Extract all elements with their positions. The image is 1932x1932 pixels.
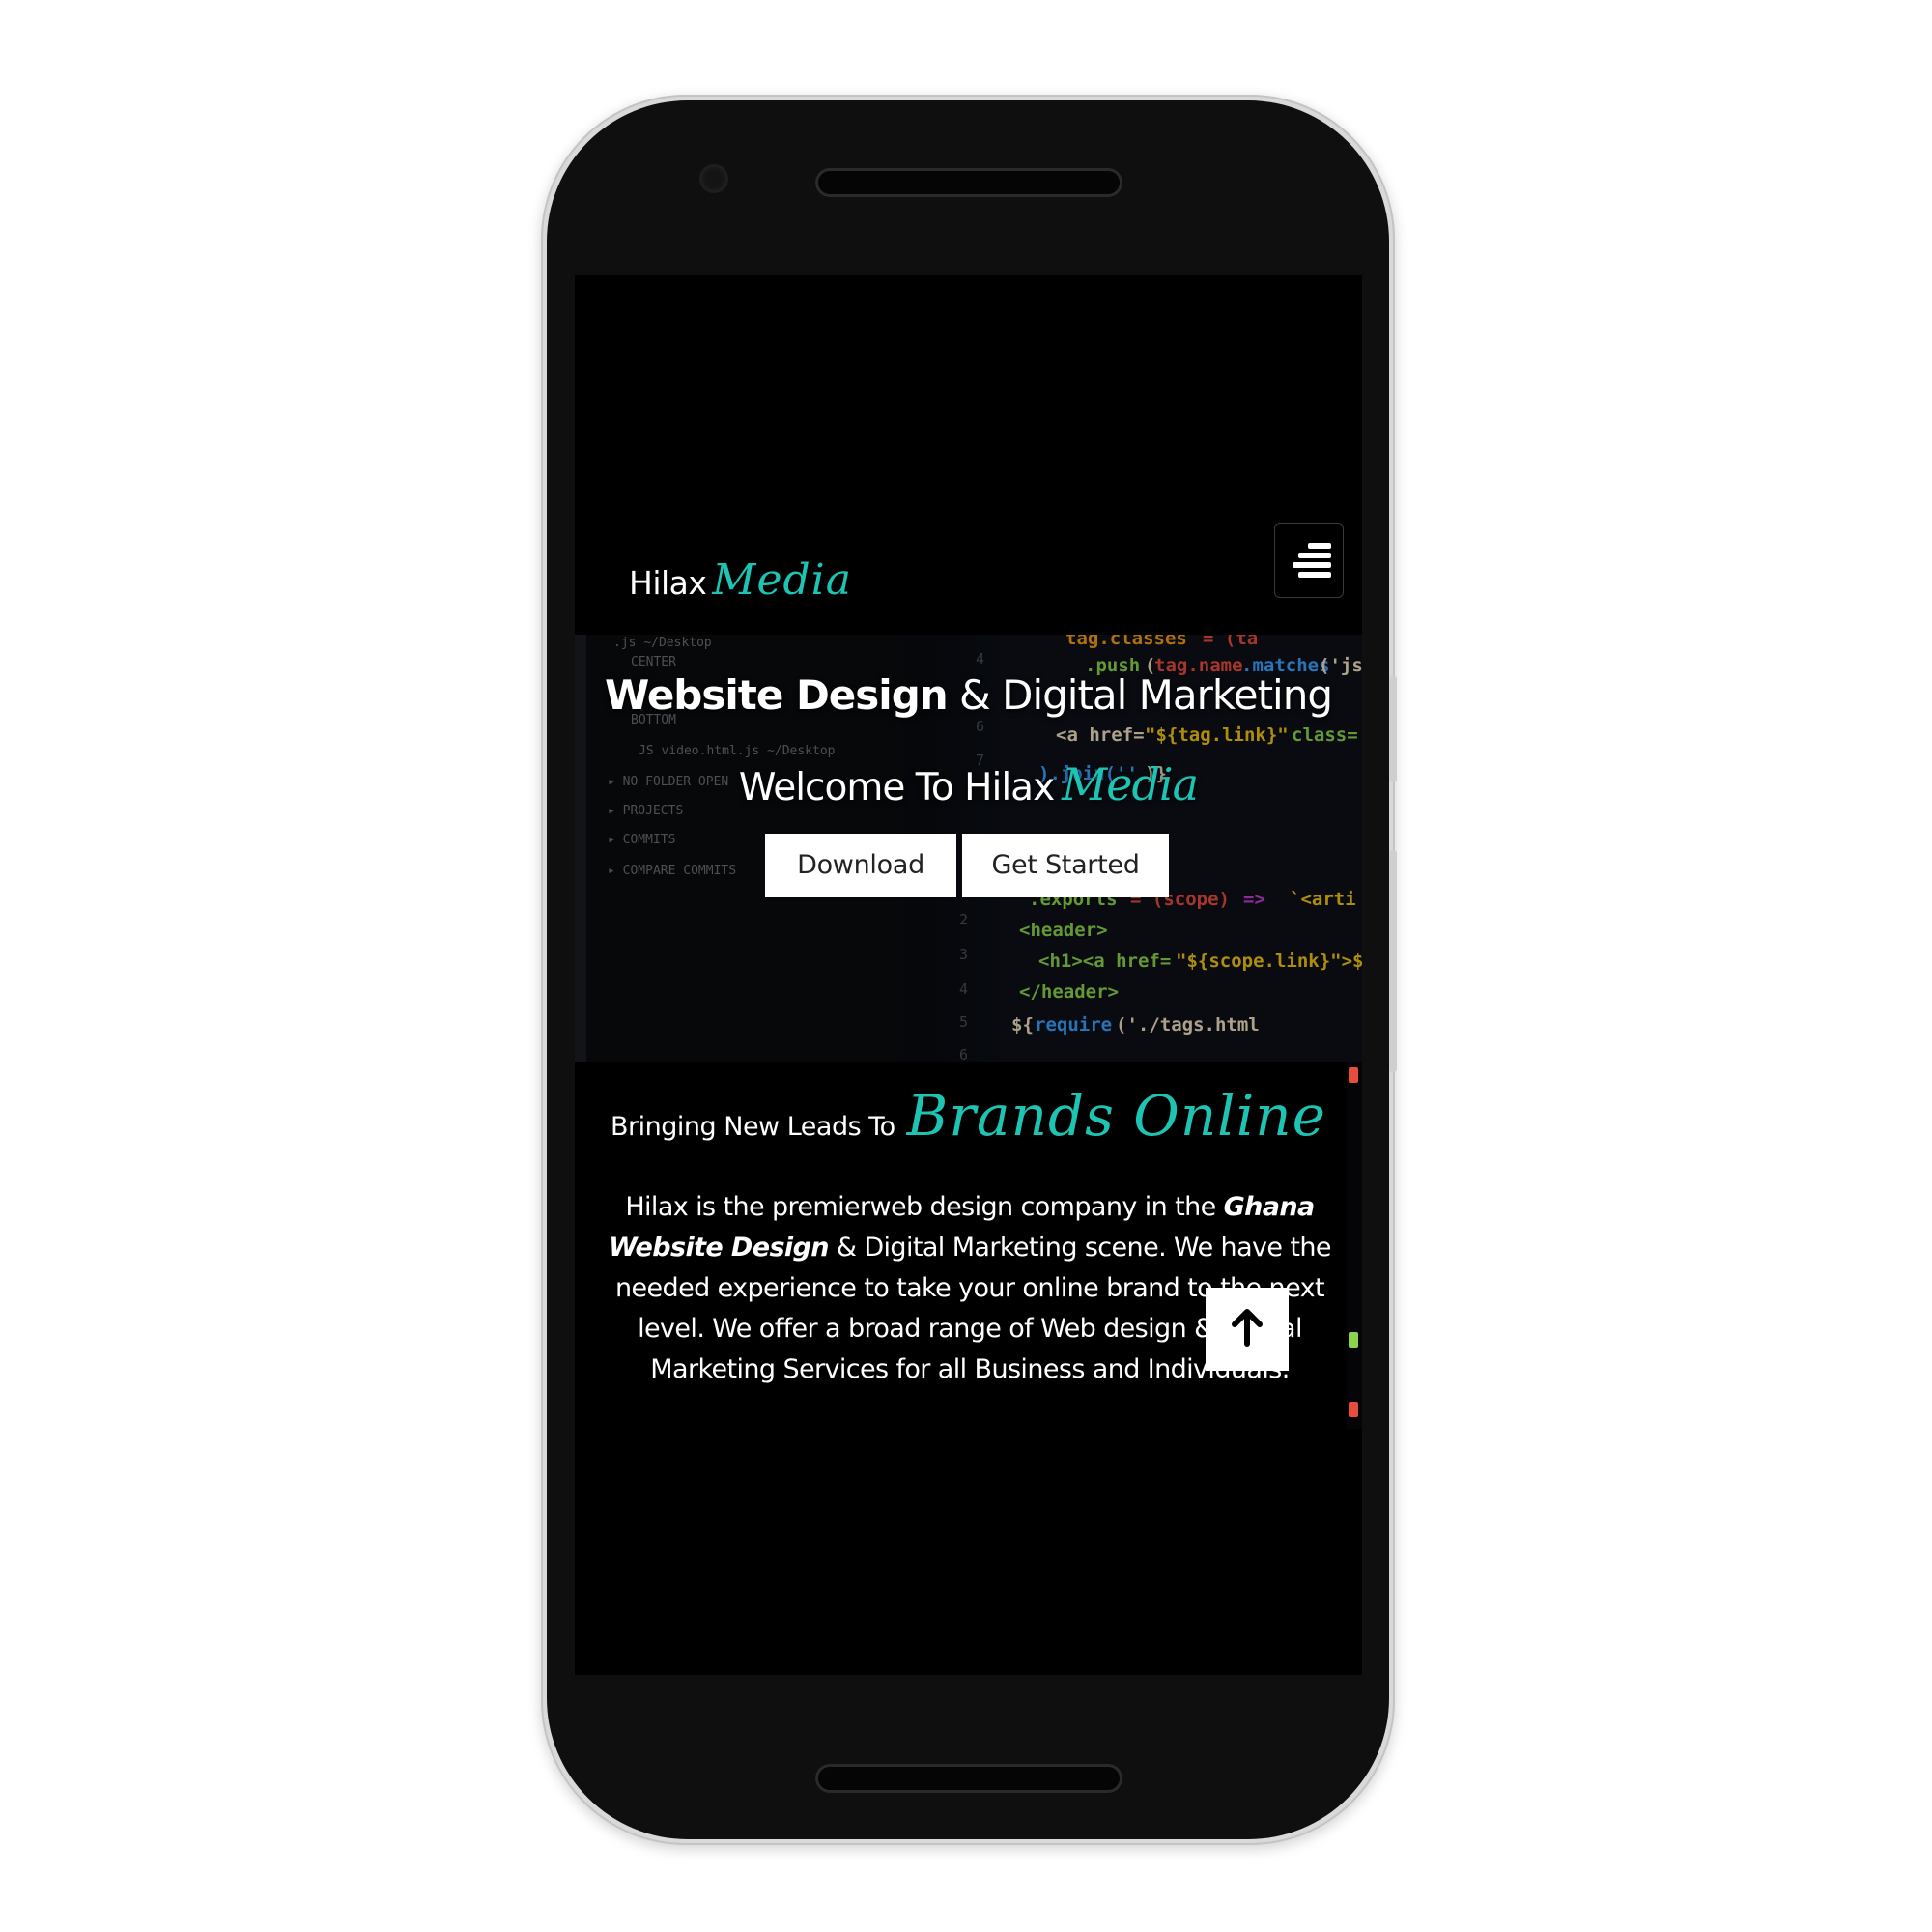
device-mockup: HilaxMedia .js ~/Desktop CENTER BOTTOM	[0, 0, 1932, 1932]
front-camera	[699, 164, 728, 193]
hero-subtitle-main: Welcome To Hilax	[738, 766, 1055, 810]
hero-title-rest: & Digital Marketing	[947, 671, 1333, 719]
brand-name: Hilax	[629, 564, 707, 602]
menu-toggle-button[interactable]	[1274, 523, 1344, 598]
about-heading-main: Bringing New Leads To	[611, 1112, 895, 1142]
get-started-button[interactable]: Get Started	[962, 834, 1169, 897]
brand-script-text: Media	[712, 555, 852, 605]
hero-title-bold: Website Design	[604, 671, 949, 719]
hero-subtitle: Welcome To Hilax Media	[575, 758, 1362, 810]
volume-button	[1389, 850, 1397, 1072]
hero-title: Website Design & Digital Marketing	[575, 671, 1362, 719]
hero-subtitle-script: Media	[1062, 758, 1199, 810]
navbar: Hilax Media	[575, 275, 1362, 635]
scroll-to-top-button[interactable]	[1206, 1288, 1289, 1371]
top-speaker	[815, 168, 1122, 197]
hamburger-menu-icon	[1293, 543, 1331, 578]
about-heading: Bringing New Leads To Brands Online	[575, 1083, 1362, 1149]
brand-logo[interactable]: Hilax Media	[629, 555, 852, 610]
hero-section: .js ~/Desktop CENTER BOTTOM JS video.htm…	[575, 635, 1362, 1062]
arrow-up-icon	[1232, 1309, 1263, 1347]
phone-screen: HilaxMedia .js ~/Desktop CENTER BOTTOM	[575, 275, 1362, 1675]
power-button	[1389, 676, 1397, 782]
bottom-speaker	[815, 1764, 1122, 1793]
download-button[interactable]: Download	[765, 834, 956, 897]
about-heading-script: Brands Online	[906, 1083, 1326, 1149]
about-text-start: Hilax is the premierweb design company i…	[625, 1192, 1224, 1222]
